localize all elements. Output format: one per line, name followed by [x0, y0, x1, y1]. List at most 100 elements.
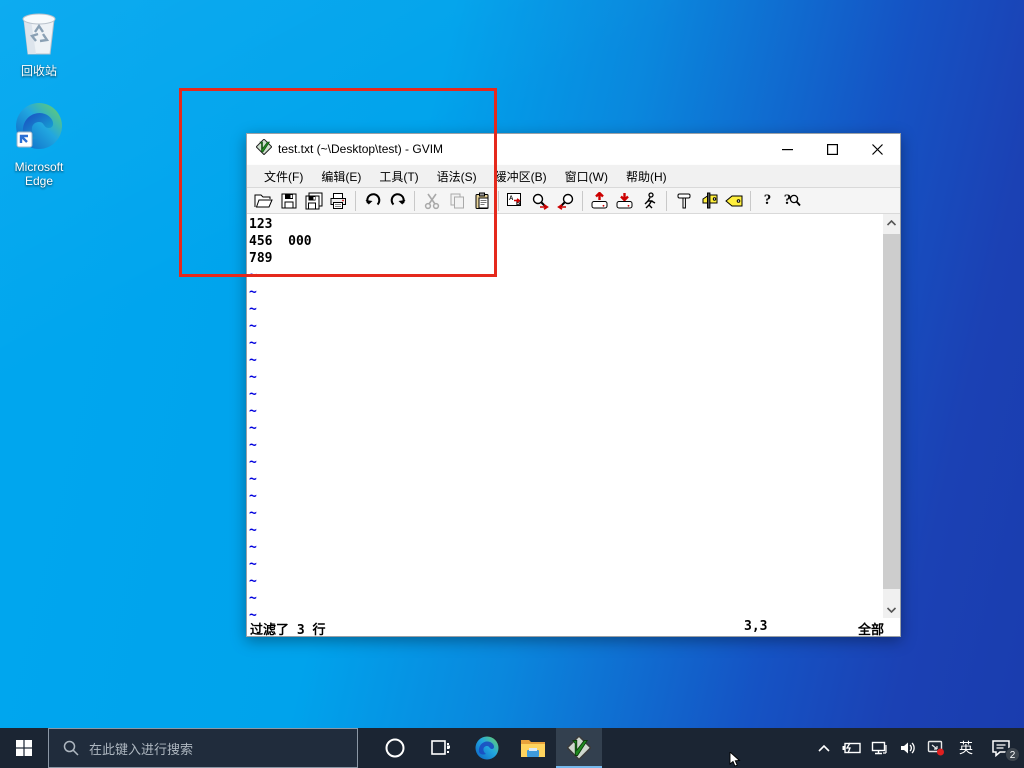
- edge-icon: [474, 735, 500, 761]
- run-script-icon[interactable]: [637, 189, 662, 213]
- undo-icon[interactable]: [360, 189, 385, 213]
- file-explorer-icon: [520, 737, 546, 759]
- window-title: test.txt (~\Desktop\test) - GVIM: [278, 142, 765, 156]
- vim-logo-icon: [567, 736, 591, 760]
- menu-bar: 文件(F) 编辑(E) 工具(T) 语法(S) 缓冲区(B) 窗口(W) 帮助(…: [247, 164, 900, 187]
- tilde-line: ~: [249, 420, 883, 437]
- make-icon[interactable]: [671, 189, 696, 213]
- task-view-icon: [430, 737, 452, 759]
- find-next-icon[interactable]: [528, 189, 553, 213]
- menu-file[interactable]: 文件(F): [255, 165, 312, 188]
- edge-label: Microsoft Edge: [0, 160, 78, 188]
- buffer-lines: 123456 000789~~~~~~~~~~~~~~~~~~~~~: [247, 214, 883, 618]
- open-icon[interactable]: [251, 189, 276, 213]
- tilde-line: ~: [249, 437, 883, 454]
- menu-help[interactable]: 帮助(H): [617, 165, 676, 188]
- find-replace-icon[interactable]: AB: [503, 189, 528, 213]
- buffer-line: 123: [249, 216, 883, 233]
- vim-logo-icon: [256, 139, 272, 160]
- taskbar: 在此键入进行搜索: [0, 728, 1024, 768]
- text-area[interactable]: 123456 000789~~~~~~~~~~~~~~~~~~~~~: [247, 214, 900, 618]
- taskbar-search-input[interactable]: 在此键入进行搜索: [48, 728, 358, 768]
- system-tray: 英 2: [812, 728, 1024, 768]
- tilde-line: ~: [249, 335, 883, 352]
- windows-logo-icon: [16, 740, 32, 756]
- start-button[interactable]: [0, 728, 48, 768]
- help-icon[interactable]: ?: [755, 189, 780, 213]
- desktop-icon-edge[interactable]: Microsoft Edge: [0, 100, 78, 188]
- tilde-line: ~: [249, 352, 883, 369]
- tilde-line: ~: [249, 267, 883, 284]
- menu-window[interactable]: 窗口(W): [556, 165, 617, 188]
- action-center-button[interactable]: 2: [984, 728, 1018, 768]
- tilde-line: ~: [249, 607, 883, 618]
- ime-indicator[interactable]: 英: [952, 728, 980, 768]
- scrollbar-track[interactable]: [883, 231, 900, 601]
- toolbar-separator: [498, 191, 499, 211]
- tilde-line: ~: [249, 284, 883, 301]
- save-all-icon[interactable]: [301, 189, 326, 213]
- minimize-button[interactable]: [765, 134, 810, 164]
- tilde-line: ~: [249, 522, 883, 539]
- battery-icon[interactable]: [840, 728, 864, 768]
- tilde-line: ~: [249, 369, 883, 386]
- tilde-line: ~: [249, 454, 883, 471]
- find-help-icon[interactable]: ?: [780, 189, 805, 213]
- recycle-bin-icon: [0, 8, 78, 61]
- load-session-icon[interactable]: [587, 189, 612, 213]
- menu-edit[interactable]: 编辑(E): [312, 165, 370, 188]
- menu-buffers[interactable]: 缓冲区(B): [486, 165, 556, 188]
- search-icon: [63, 740, 79, 756]
- scrollbar-thumb[interactable]: [883, 234, 900, 589]
- copy-icon[interactable]: [444, 189, 469, 213]
- scroll-position: 全部: [858, 619, 884, 638]
- cursor-position: 3,3: [744, 619, 767, 634]
- notification-badge: 2: [1005, 747, 1020, 762]
- gvim-window: test.txt (~\Desktop\test) - GVIM 文件(F) 编…: [246, 133, 901, 637]
- buffer-line: 456 000: [249, 233, 883, 250]
- tilde-line: ~: [249, 488, 883, 505]
- cortana-button[interactable]: [372, 728, 418, 768]
- file-explorer-button[interactable]: [510, 728, 556, 768]
- tilde-line: ~: [249, 403, 883, 420]
- network-icon[interactable]: [868, 728, 892, 768]
- build-tags-icon[interactable]: [696, 189, 721, 213]
- scroll-up-icon[interactable]: [883, 214, 900, 231]
- title-bar[interactable]: test.txt (~\Desktop\test) - GVIM: [247, 134, 900, 164]
- redo-icon[interactable]: [385, 189, 410, 213]
- save-icon[interactable]: [276, 189, 301, 213]
- volume-icon[interactable]: [896, 728, 920, 768]
- tilde-line: ~: [249, 556, 883, 573]
- tilde-line: ~: [249, 301, 883, 318]
- cut-icon[interactable]: [419, 189, 444, 213]
- tilde-line: ~: [249, 471, 883, 488]
- tilde-line: ~: [249, 573, 883, 590]
- toolbar-separator: [414, 191, 415, 211]
- menu-tools[interactable]: 工具(T): [370, 165, 427, 188]
- scroll-down-icon[interactable]: [883, 601, 900, 618]
- menu-syntax[interactable]: 语法(S): [428, 165, 486, 188]
- tag-jump-icon[interactable]: [721, 189, 746, 213]
- status-message: 过滤了 3 行: [250, 619, 325, 638]
- hidden-icons-chevron[interactable]: [812, 728, 836, 768]
- close-button[interactable]: [855, 134, 900, 164]
- cortana-icon: [384, 737, 406, 759]
- task-view-button[interactable]: [418, 728, 464, 768]
- recycle-bin-label: 回收站: [0, 64, 78, 78]
- tilde-line: ~: [249, 318, 883, 335]
- maximize-button[interactable]: [810, 134, 855, 164]
- tilde-line: ~: [249, 386, 883, 403]
- edge-taskbar-button[interactable]: [464, 728, 510, 768]
- print-icon[interactable]: [326, 189, 351, 213]
- vertical-scrollbar[interactable]: [883, 214, 900, 618]
- tilde-line: ~: [249, 590, 883, 607]
- toolbar: AB ? ?: [247, 187, 900, 214]
- find-prev-icon[interactable]: [553, 189, 578, 213]
- app-tray-icon-red-dot[interactable]: [924, 728, 948, 768]
- save-session-icon[interactable]: [612, 189, 637, 213]
- desktop-icon-recycle-bin[interactable]: 回收站: [0, 8, 78, 78]
- paste-icon[interactable]: [469, 189, 494, 213]
- gvim-taskbar-button[interactable]: [556, 728, 602, 768]
- status-bar: 过滤了 3 行 3,3 全部: [247, 618, 900, 636]
- toolbar-separator: [355, 191, 356, 211]
